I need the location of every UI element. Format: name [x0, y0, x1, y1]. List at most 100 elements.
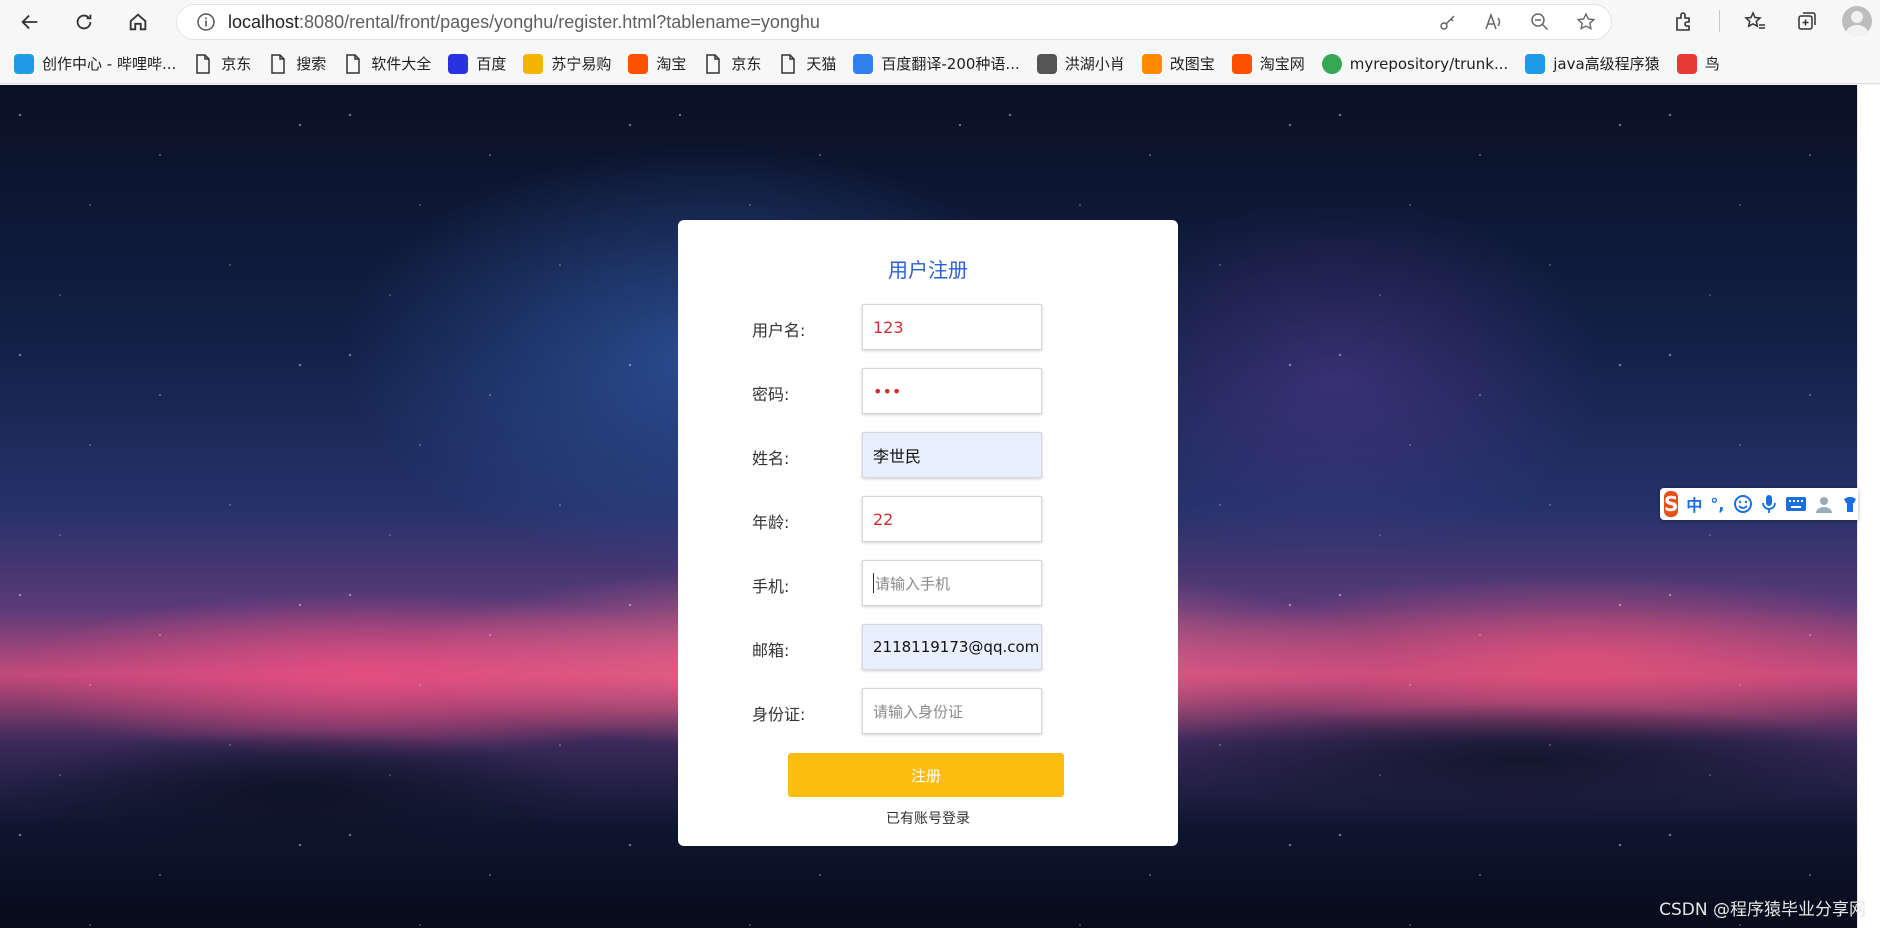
red-bird-icon [1676, 53, 1697, 74]
bookmark-item[interactable]: java高级程序猿 [1523, 49, 1668, 79]
page-icon [778, 53, 798, 74]
page-title: 用户注册 [888, 258, 968, 282]
bookmark-label: 百度 [476, 55, 507, 73]
username-input[interactable]: 123 [862, 304, 1042, 350]
suning-icon [523, 53, 544, 74]
url-host: localhost [228, 11, 300, 32]
skin-icon[interactable] [1841, 491, 1859, 517]
address-bar-actions [1436, 10, 1598, 34]
bookmark-label: java高级程序猿 [1553, 55, 1660, 73]
page-icon [703, 53, 723, 74]
bookmark-label: 淘宝网 [1259, 55, 1305, 73]
toolbar-right-actions [1667, 4, 1872, 38]
page-icon [193, 53, 213, 74]
bookmark-label: 改图宝 [1169, 55, 1215, 73]
baidu-paw-icon [448, 53, 469, 74]
text-caret [873, 573, 874, 593]
bookmark-item[interactable]: 软件大全 [341, 49, 440, 79]
password-label: 密码: [752, 385, 790, 404]
bookmark-item[interactable]: 搜索 [266, 49, 335, 79]
form-row-password: 密码: ••• [752, 368, 1112, 414]
ime-punctuation[interactable]: °, [1710, 491, 1724, 517]
phone-input[interactable]: 请输入手机 [862, 560, 1042, 606]
favorites-icon[interactable] [1738, 4, 1772, 38]
name-label: 姓名: [752, 449, 790, 468]
page-icon [268, 53, 288, 74]
keyboard-icon[interactable] [1785, 491, 1807, 517]
bookmark-item[interactable]: 洪湖小肖 [1035, 49, 1134, 79]
address-bar[interactable]: localhost:8080/rental/front/pages/yonghu… [176, 4, 1612, 40]
bookmark-item[interactable]: 百度翻译-200种语... [851, 49, 1028, 79]
bookmark-item[interactable]: 淘宝 [626, 49, 695, 79]
taobao-icon [628, 53, 649, 74]
bookmark-label: 京东 [731, 55, 762, 73]
bookmark-label: 创作中心 - 哔哩哔... [42, 55, 177, 73]
bookmark-label: myrepository/trunk... [1349, 54, 1509, 73]
bookmark-label: 淘宝 [656, 55, 687, 73]
form-row-age: 年龄: 22 [752, 496, 1112, 542]
idcard-input[interactable]: 请输入身份证 [862, 688, 1042, 734]
login-link[interactable]: 已有账号登录 [678, 808, 1178, 828]
bookmark-item[interactable]: 百度 [446, 49, 515, 79]
form-row-phone: 手机: 请输入手机 [752, 560, 1112, 606]
register-card: 用户注册 用户名: 123 密码: ••• 姓名: 李世民 年龄: 22 手机:… [678, 220, 1178, 846]
email-label: 邮箱: [752, 641, 790, 660]
bookmark-label: 洪湖小肖 [1064, 55, 1125, 73]
scrollbar[interactable] [1857, 85, 1880, 928]
bookmark-item[interactable]: 苏宁易购 [521, 49, 620, 79]
bookmarks-bar: 创作中心 - 哔哩哔... 京东 搜索 软件大全 百度 苏宁易购 淘宝 京东 天猫 百度翻译-20… [0, 44, 1880, 84]
browser-toolbar: localhost:8080/rental/front/pages/yonghu… [0, 0, 1880, 44]
idcard-label: 身份证: [752, 705, 806, 724]
name-input[interactable]: 李世民 [862, 432, 1042, 478]
register-button[interactable]: 注册 [788, 753, 1064, 797]
translate-icon [853, 53, 874, 74]
bookmark-label: 鸟 [1704, 55, 1720, 73]
url-text[interactable]: localhost:8080/rental/front/pages/yonghu… [228, 12, 820, 33]
bookmark-label: 软件大全 [371, 55, 432, 73]
age-input[interactable]: 22 [862, 496, 1042, 542]
page-icon [343, 53, 363, 74]
back-button[interactable] [12, 4, 48, 40]
email-input[interactable]: 2118119173@qq.com [862, 624, 1042, 670]
bookmark-item[interactable]: 京东 [701, 49, 770, 79]
favorite-add-icon[interactable] [1574, 10, 1598, 34]
watermark: CSDN @程序猿毕业分享网 [1659, 900, 1866, 920]
extensions-icon[interactable] [1667, 4, 1701, 38]
bookmark-item[interactable]: 天猫 [776, 49, 845, 79]
form-row-email: 邮箱: 2118119173@qq.com [752, 624, 1112, 670]
ime-mode[interactable]: 中 [1686, 491, 1702, 517]
form-row-username: 用户名: 123 [752, 304, 1112, 350]
info-icon[interactable] [196, 12, 216, 32]
read-aloud-icon[interactable] [1482, 10, 1506, 34]
arrow-left-icon [21, 14, 38, 30]
profile-avatar[interactable] [1842, 6, 1872, 36]
bookmark-item[interactable]: 鸟 [1675, 49, 1729, 79]
bookmark-label: 苏宁易购 [551, 55, 612, 73]
key-icon[interactable] [1436, 10, 1460, 34]
home-button[interactable] [120, 4, 156, 40]
bookmark-label: 天猫 [806, 55, 837, 73]
user-icon[interactable] [1815, 491, 1833, 517]
collections-icon[interactable] [1790, 4, 1824, 38]
bookmark-item[interactable]: 改图宝 [1140, 49, 1224, 79]
bookmark-label: 搜索 [296, 55, 327, 73]
form-row-name: 姓名: 李世民 [752, 432, 1112, 478]
refresh-icon [76, 14, 92, 30]
zoom-out-icon[interactable] [1528, 10, 1552, 34]
bookmark-item[interactable]: myrepository/trunk... [1320, 49, 1517, 79]
gaitubao-icon [1141, 53, 1162, 74]
bookmark-item[interactable]: 创作中心 - 哔哩哔... [12, 49, 185, 79]
chrome-icon [1321, 53, 1342, 74]
password-input[interactable]: ••• [862, 368, 1042, 414]
bookmark-item[interactable]: 淘宝网 [1230, 49, 1314, 79]
refresh-button[interactable] [66, 4, 102, 40]
form-row-idcard: 身份证: 请输入身份证 [752, 688, 1112, 734]
ime-toolbar: S 中 °, [1660, 488, 1858, 520]
bookmark-item[interactable]: 京东 [191, 49, 260, 79]
microphone-icon[interactable] [1761, 491, 1777, 517]
sogou-logo-icon[interactable]: S [1664, 491, 1679, 517]
bilibili-icon [14, 53, 34, 74]
url-path: :8080/rental/front/pages/yonghu/register… [299, 11, 820, 32]
emoji-icon[interactable] [1733, 491, 1753, 517]
home-icon [129, 13, 147, 31]
